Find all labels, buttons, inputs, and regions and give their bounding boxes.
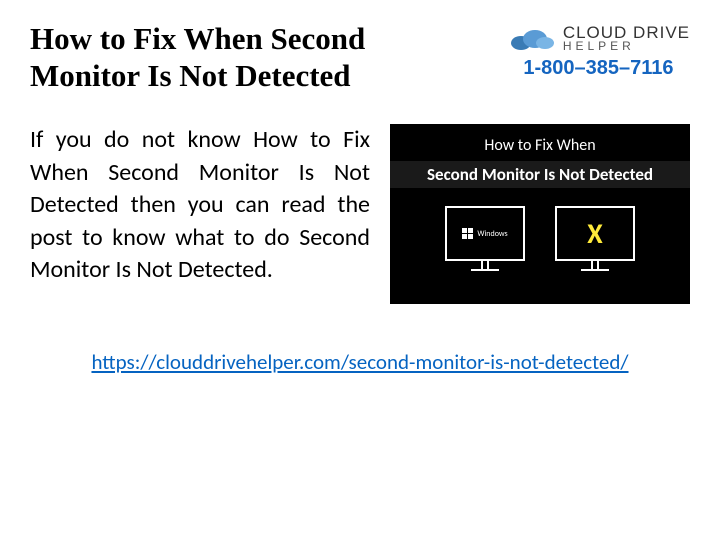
monitor-windows-screen: Windows <box>445 206 525 261</box>
monitor-x: X <box>555 206 635 271</box>
thumb-line2: Second Monitor Is Not Detected <box>390 161 690 188</box>
monitors-icon: Windows X <box>445 206 635 271</box>
header-row: How to Fix When Second Monitor Is Not De… <box>30 20 690 94</box>
brand-block: CLOUD DRIVE HELPER 1-800–385–7116 <box>507 25 690 80</box>
body-row: If you do not know How to Fix When Secon… <box>30 124 690 304</box>
intro-paragraph: If you do not know How to Fix When Secon… <box>30 124 370 304</box>
page-title: How to Fix When Second Monitor Is Not De… <box>30 20 410 94</box>
monitor-x-screen: X <box>555 206 635 261</box>
windows-icon <box>462 228 473 239</box>
cloud-icon <box>507 25 557 53</box>
phone-number: 1-800–385–7116 <box>523 57 673 80</box>
monitor-windows: Windows <box>445 206 525 271</box>
monitor-base <box>581 269 609 271</box>
monitor-stand <box>481 261 489 269</box>
thumb-line1: How to Fix When <box>484 136 595 155</box>
brand-sub: HELPER <box>563 41 690 52</box>
thumbnail-image: How to Fix When Second Monitor Is Not De… <box>390 124 690 304</box>
monitor-stand <box>591 261 599 269</box>
article-link[interactable]: https://clouddrivehelper.com/second-moni… <box>91 349 628 375</box>
monitor-base <box>471 269 499 271</box>
brand-logo: CLOUD DRIVE HELPER <box>507 25 690 53</box>
link-row: https://clouddrivehelper.com/second-moni… <box>30 349 690 375</box>
slide: How to Fix When Second Monitor Is Not De… <box>0 0 720 540</box>
brand-text: CLOUD DRIVE HELPER <box>563 25 690 53</box>
windows-label: Windows <box>477 229 507 239</box>
